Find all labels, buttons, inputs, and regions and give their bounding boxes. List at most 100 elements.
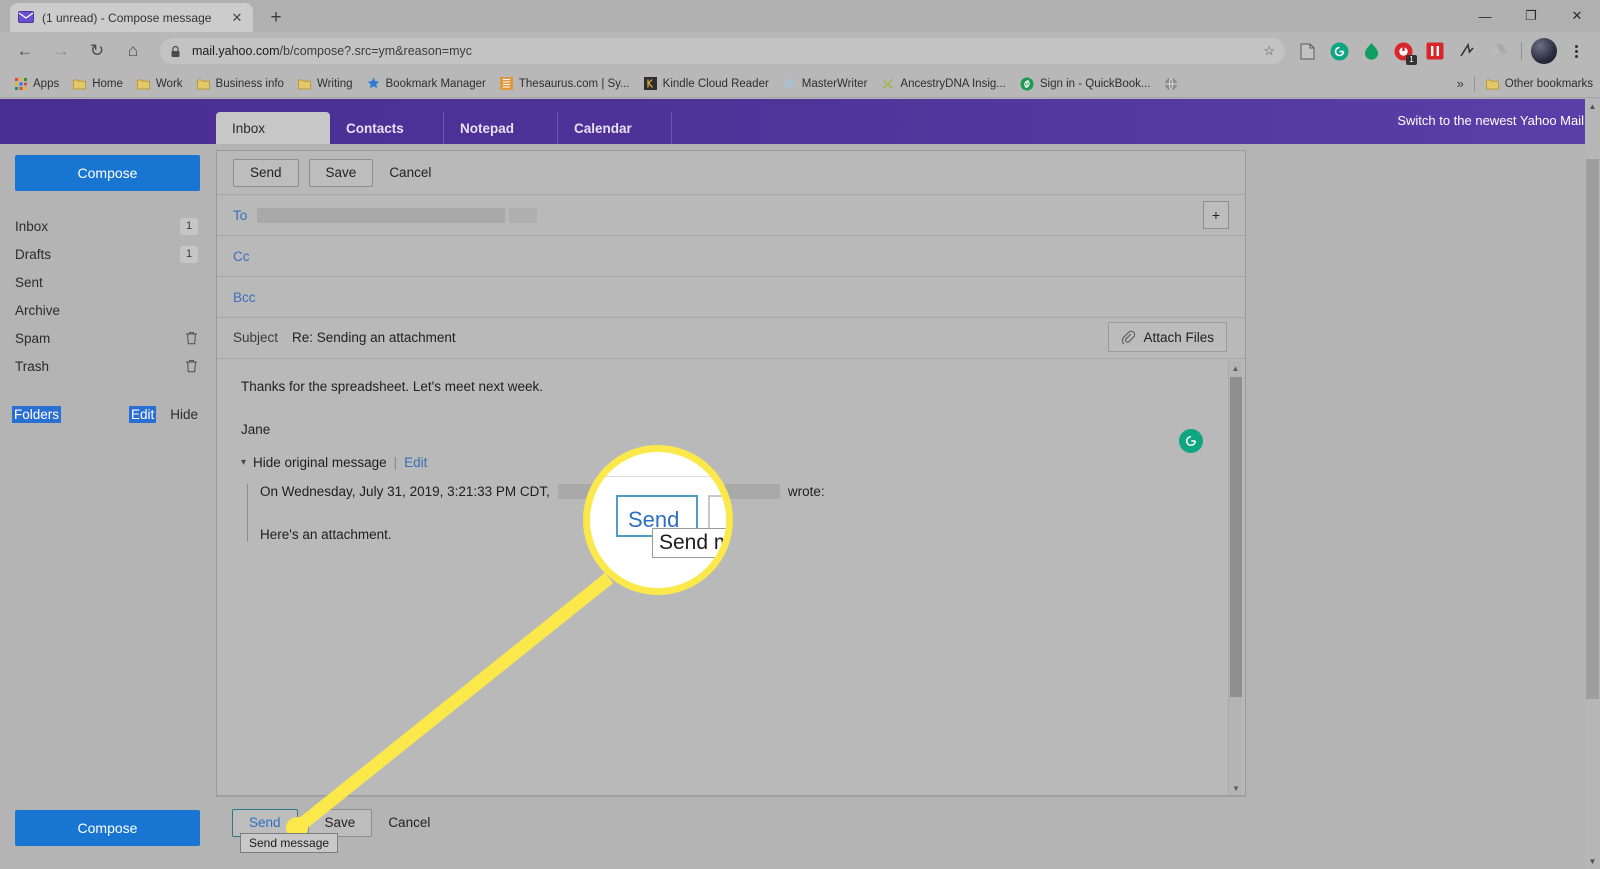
add-recipient-button[interactable]: + [1203,201,1229,229]
window-close-icon[interactable]: ✕ [1554,0,1600,32]
attach-files-button[interactable]: Attach Files [1108,322,1227,352]
evernote-icon[interactable] [1454,38,1480,64]
quote-header: On Wednesday, July 31, 2019, 3:21:33 PM … [260,484,1245,499]
folder-icon [73,78,87,90]
divider [1473,75,1475,92]
scroll-down-icon[interactable]: ▼ [1229,781,1243,795]
bookmark-work[interactable]: Work [130,73,190,95]
sidebar-item-inbox[interactable]: Inbox 1 [0,212,216,240]
bookmark-writing[interactable]: Writing [291,73,360,95]
trash-icon[interactable] [185,331,198,345]
folders-hide-link[interactable]: Hide [170,407,198,422]
compose-button-top[interactable]: Compose [15,155,200,191]
tab-contacts[interactable]: Contacts [330,112,444,144]
bookmark-kindle-cloud-reader[interactable]: Kindle Cloud Reader [637,73,776,95]
editor-scrollbar[interactable]: ▲ ▼ [1228,361,1242,795]
bcc-field-row[interactable]: Bcc [217,277,1245,318]
sidebar-item-sent[interactable]: Sent [0,268,216,296]
address-bar-url: mail.yahoo.com/b/compose?.src=ym&reason=… [192,44,472,58]
bookmark-bookmark-manager[interactable]: Bookmark Manager [360,73,493,95]
grammarly-extension-icon[interactable] [1326,38,1352,64]
save-button-top[interactable]: Save [308,158,374,187]
magnifier-callout: Send Send me [583,445,733,595]
scroll-up-icon[interactable]: ▲ [1229,361,1242,375]
new-tab-button[interactable]: + [262,5,290,31]
sidebar-item-drafts[interactable]: Drafts 1 [0,240,216,268]
page-scroll-down-icon[interactable]: ▼ [1585,854,1600,869]
cancel-button-top[interactable]: Cancel [383,165,437,180]
hide-original-message-row[interactable]: ▾ Hide original message | Edit [241,455,1245,470]
switch-to-newest-link[interactable]: Switch to the newest Yahoo Mail [1397,113,1584,128]
other-bookmarks-button[interactable]: Other bookmarks [1479,73,1600,95]
bookmarks-overflow: » Other bookmarks [1447,73,1600,95]
ancestry-icon [881,77,894,90]
divider: | [393,455,398,470]
screen: (1 unread) - Compose message ✕ + — ❐ ✕ ←… [0,0,1600,869]
bookmark-star-icon[interactable]: ☆ [1263,43,1275,59]
grammarly-icon[interactable] [1179,429,1203,453]
to-field-row[interactable]: To + [217,195,1245,236]
bookmark-ancestrydna[interactable]: AncestryDNA Insig... [874,73,1012,95]
editor-scroll-thumb[interactable] [1230,377,1242,697]
cancel-button-bottom[interactable]: Cancel [382,815,436,830]
browser-menu-icon[interactable] [1563,38,1589,64]
bookmark-thesaurus[interactable]: Thesaurus.com | Sy... [493,73,637,95]
send-button-top[interactable]: Send [233,158,299,187]
cc-label: Cc [233,248,250,264]
adblock-icon[interactable]: 1 [1390,38,1417,65]
bookmark-label: MasterWriter [801,77,868,90]
bcc-label: Bcc [233,289,256,305]
sidebar-item-spam[interactable]: Spam [0,324,216,352]
maximize-icon[interactable]: ❐ [1508,0,1554,32]
subject-input[interactable]: Re: Sending an attachment [292,330,456,345]
chevron-overflow-icon[interactable]: » [1447,76,1474,91]
bookmark-business-info[interactable]: Business info [190,73,291,95]
compose-pane: Send Save Cancel To + Cc Bcc Subject Re:… [216,150,1246,796]
address-bar[interactable]: mail.yahoo.com/b/compose?.src=ym&reason=… [160,38,1285,64]
bookmark-home[interactable]: Home [66,73,130,95]
green-drop-icon[interactable] [1358,38,1384,64]
send-message-tooltip: Send message [240,833,339,853]
avatar[interactable] [1531,38,1557,64]
page-scrollbar[interactable]: ▲ ▼ [1585,99,1600,869]
compose-button-bottom[interactable]: Compose [15,810,200,846]
close-icon[interactable]: ✕ [229,10,245,26]
chevron-down-icon[interactable]: ▾ [241,457,246,468]
minimize-icon[interactable]: — [1462,0,1508,32]
sidebar-item-archive[interactable]: Archive [0,296,216,324]
folders-edit-link[interactable]: Edit [128,405,157,423]
unread-badge: 1 [180,217,198,235]
bookmark-quickbooks[interactable]: Sign in - QuickBook... [1013,73,1158,95]
bookmark-apps[interactable]: Apps [8,73,66,95]
trash-icon[interactable] [185,359,198,373]
pocket-icon[interactable] [1422,38,1448,64]
folder-label: Drafts [15,246,52,262]
folders-section-title[interactable]: Folders [12,405,62,423]
message-body-editor[interactable]: Thanks for the spreadsheet. Let's meet n… [217,359,1245,797]
bookmark-label: Kindle Cloud Reader [662,77,769,90]
tab-notepad[interactable]: Notepad [444,112,558,144]
magnified-tooltip: Send me [652,528,726,558]
subject-field-row[interactable]: Subject Re: Sending an attachment Attach… [217,316,1245,359]
home-icon[interactable]: ⌂ [118,36,148,66]
bookmark-masterwriter[interactable]: MasterWriter [776,73,875,95]
bookmark-globe[interactable] [1157,73,1191,95]
tab-calendar[interactable]: Calendar [558,112,672,144]
edit-original-link[interactable]: Edit [404,455,427,470]
back-icon[interactable]: ← [10,36,40,66]
adblock-badge: 1 [1406,55,1417,65]
tab-inbox[interactable]: Inbox [216,112,330,144]
forward-icon[interactable]: → [46,36,76,66]
folder-label: Trash [15,358,50,374]
sidebar-item-trash[interactable]: Trash [0,352,216,380]
bookmarks-bar: Apps Home Work Business info Writing Boo… [0,70,1600,98]
google-drive-icon[interactable] [1486,38,1512,64]
browser-tab-strip: (1 unread) - Compose message ✕ + — ❐ ✕ [0,0,1600,32]
page-scroll-thumb[interactable] [1586,159,1599,699]
quoted-message: On Wednesday, July 31, 2019, 3:21:33 PM … [247,484,1245,542]
reading-mode-icon[interactable] [1294,38,1320,64]
browser-tab[interactable]: (1 unread) - Compose message ✕ [10,3,253,32]
reload-icon[interactable]: ↻ [82,36,112,66]
cc-field-row[interactable]: Cc [217,236,1245,277]
page-scroll-up-icon[interactable]: ▲ [1585,99,1600,114]
